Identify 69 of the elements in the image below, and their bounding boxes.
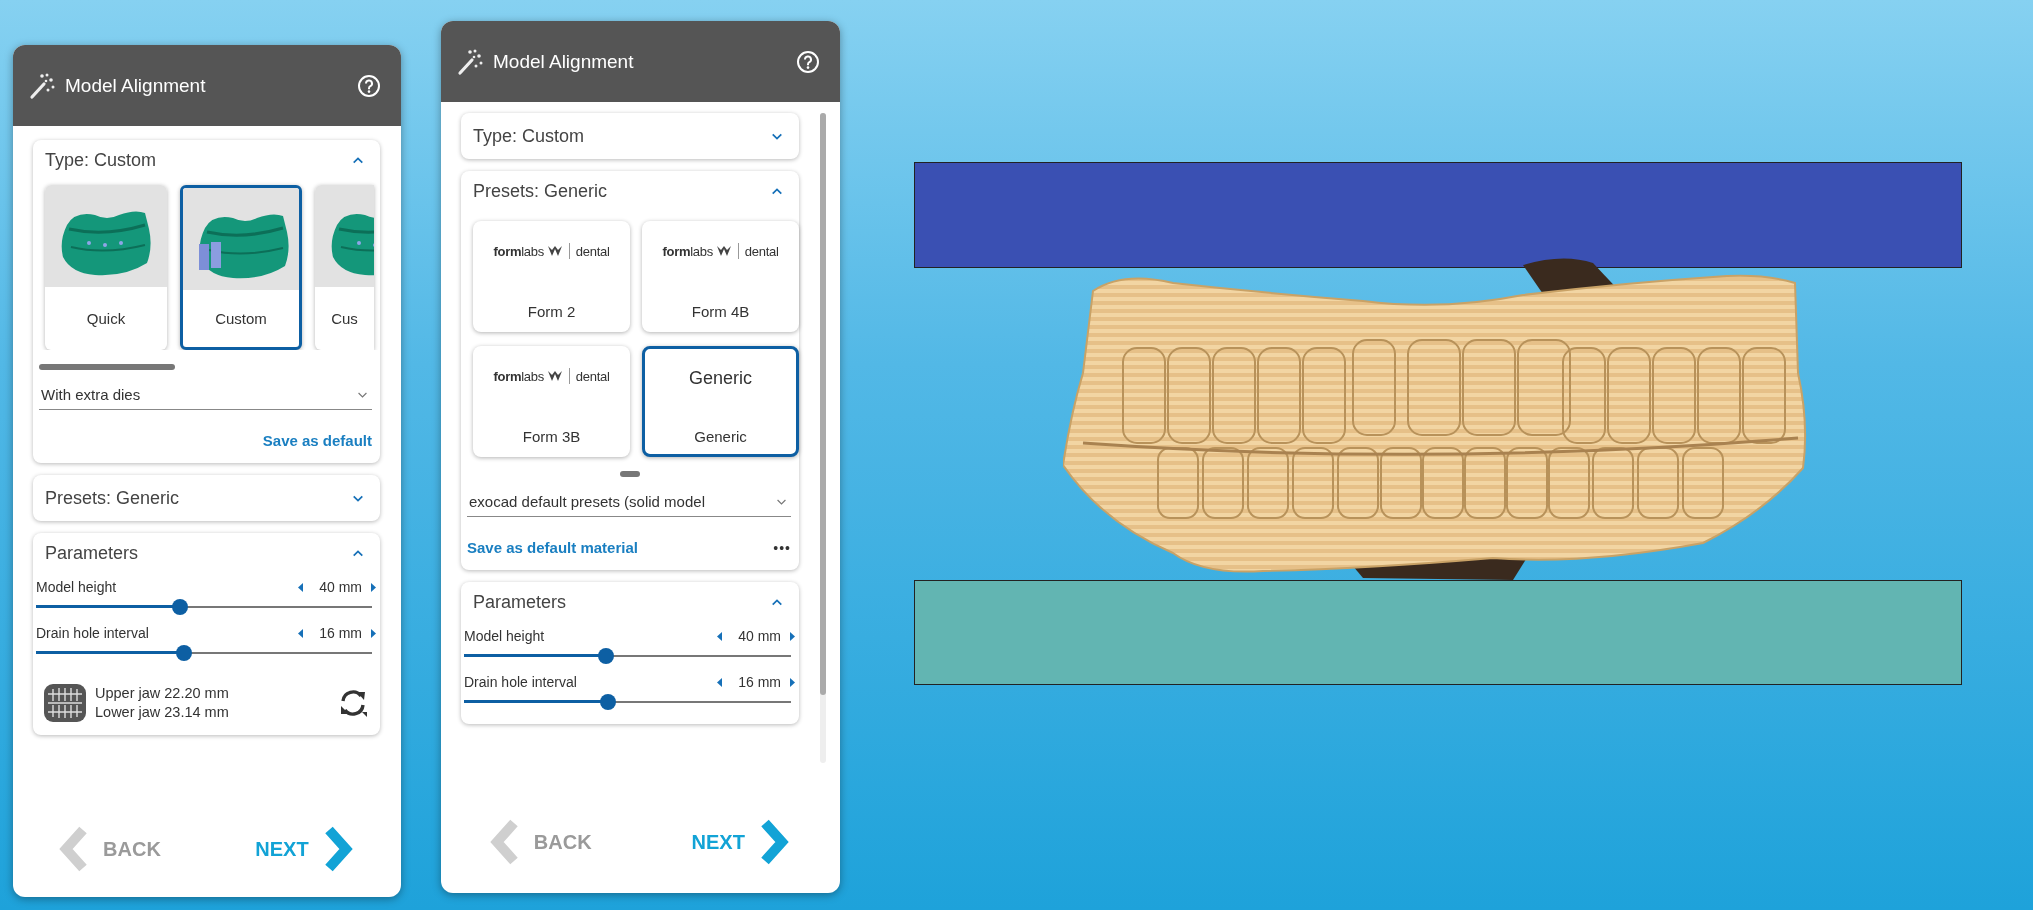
jaw-height-text: Upper jaw 22.20 mm bbox=[95, 684, 230, 703]
brand-logo: formlabs dental bbox=[662, 243, 779, 259]
panel-title: Model Alignment bbox=[493, 50, 635, 73]
section-title: Presets: Generic bbox=[45, 487, 180, 509]
more-button[interactable]: ••• bbox=[773, 539, 791, 556]
increase-icon[interactable] bbox=[370, 628, 376, 638]
help-icon[interactable] bbox=[796, 49, 820, 74]
slider-label: Drain hole interval bbox=[464, 674, 578, 690]
dropdown[interactable]: exocad default presets (solid model bbox=[467, 489, 791, 517]
save-default-link[interactable]: Save as default material bbox=[467, 539, 638, 556]
slider[interactable] bbox=[464, 694, 791, 710]
decrease-icon[interactable] bbox=[298, 582, 304, 592]
chevron-down-icon[interactable] bbox=[357, 390, 368, 399]
section-title: Type: Custom bbox=[473, 125, 585, 147]
jaw-icon bbox=[43, 681, 87, 725]
chevron-down-icon[interactable] bbox=[776, 497, 787, 506]
refresh-icon[interactable] bbox=[338, 688, 368, 718]
magic-wand-icon bbox=[457, 47, 485, 76]
slider-value: 16 mm bbox=[318, 625, 362, 641]
increase-icon[interactable] bbox=[789, 677, 795, 687]
preset-title: Generic bbox=[689, 368, 752, 389]
chevron-up-icon[interactable] bbox=[352, 548, 364, 558]
decrease-icon[interactable] bbox=[717, 631, 723, 641]
increase-icon[interactable] bbox=[370, 582, 376, 592]
increase-icon[interactable] bbox=[789, 631, 795, 641]
chevron-left-icon bbox=[59, 826, 90, 872]
jaw-height-text: Lower jaw 23.14 mm bbox=[95, 703, 230, 722]
chevron-up-icon[interactable] bbox=[771, 597, 783, 607]
preset-card[interactable]: Generic Generic bbox=[642, 346, 799, 457]
save-default-link[interactable]: Save as default bbox=[262, 432, 372, 449]
slider-value: 40 mm bbox=[318, 579, 362, 595]
slider-thumb[interactable] bbox=[172, 599, 189, 615]
type-card[interactable]: Custom bbox=[180, 185, 302, 350]
slider-value: 40 mm bbox=[737, 628, 781, 644]
chevron-right-icon bbox=[758, 819, 789, 865]
slider-thumb[interactable] bbox=[175, 645, 192, 661]
section-title: Presets: Generic bbox=[473, 180, 608, 202]
slider-label: Drain hole interval bbox=[36, 625, 150, 641]
slider-label: Model height bbox=[36, 579, 118, 595]
slider[interactable] bbox=[464, 648, 791, 664]
brand-logo: formlabs dental bbox=[493, 243, 610, 259]
type-card[interactable]: Quick bbox=[45, 185, 167, 350]
slider[interactable] bbox=[36, 599, 372, 615]
preset-card[interactable]: formlabs dental Form 2 bbox=[473, 221, 630, 332]
section-title: Type: Custom bbox=[45, 149, 157, 171]
brand-logo: formlabs dental bbox=[493, 368, 610, 384]
scrollbar[interactable] bbox=[820, 113, 826, 763]
chevron-down-icon[interactable] bbox=[352, 493, 364, 503]
preset-card[interactable]: formlabs dental Form 4B bbox=[642, 221, 799, 332]
chevron-down-icon[interactable] bbox=[771, 131, 783, 141]
slider-value: 16 mm bbox=[737, 674, 781, 690]
chevron-up-icon[interactable] bbox=[352, 155, 364, 165]
chevron-left-icon bbox=[489, 819, 520, 865]
slider-thumb[interactable] bbox=[598, 648, 615, 664]
section-title: Parameters bbox=[473, 591, 567, 613]
panel-title: Model Alignment bbox=[65, 74, 207, 97]
chevron-up-icon[interactable] bbox=[771, 186, 783, 196]
slider-label: Model height bbox=[464, 628, 546, 644]
decrease-icon[interactable] bbox=[298, 628, 304, 638]
chevron-right-icon bbox=[322, 826, 353, 872]
magic-wand-icon bbox=[29, 71, 57, 100]
type-card[interactable]: Cus bbox=[315, 185, 374, 350]
slider-thumb[interactable] bbox=[599, 694, 616, 710]
help-icon[interactable] bbox=[357, 73, 381, 98]
decrease-icon[interactable] bbox=[717, 677, 723, 687]
dropdown[interactable]: With extra dies bbox=[39, 382, 372, 410]
page-indicator[interactable] bbox=[620, 471, 640, 477]
section-title: Parameters bbox=[45, 542, 139, 564]
slider[interactable] bbox=[36, 645, 372, 661]
